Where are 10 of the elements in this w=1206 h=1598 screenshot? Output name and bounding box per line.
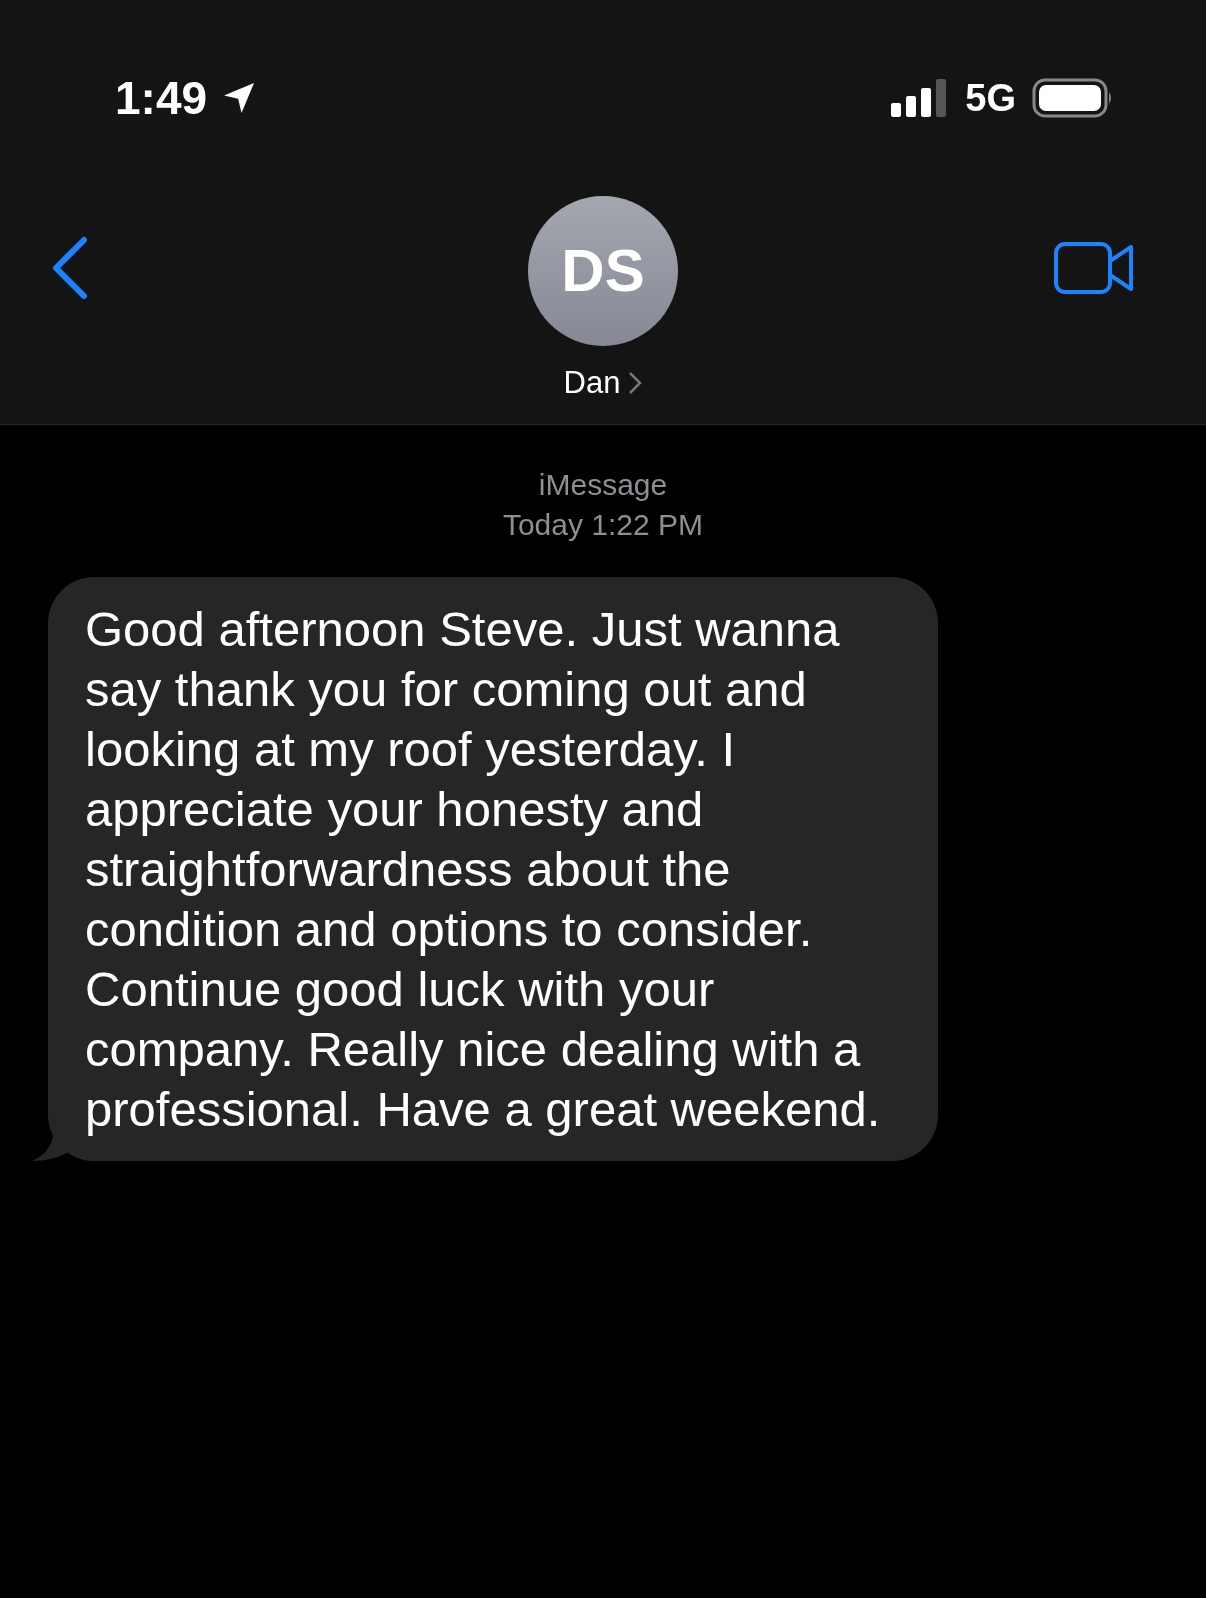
video-camera-icon[interactable] (1053, 241, 1135, 295)
status-time: 1:49 (115, 70, 208, 126)
back-chevron-icon[interactable] (50, 236, 90, 300)
chevron-right-icon[interactable] (628, 371, 643, 396)
battery-icon (1032, 78, 1114, 118)
message-timestamp: Today 1:22 PM (502, 507, 704, 543)
received-message-bubble: Good afternoon Steve. Just wanna say thank you for coming out and looking at my roof yesterday. I appreciate your honesty and straightforwardness about the condition and options to consider. Continue good luck with your company. Really nice dealing with a professional. Have a great weekend. (48, 577, 938, 1161)
network-label: 5G (965, 75, 1016, 121)
contact-name[interactable]: Dan (563, 360, 621, 407)
service-label: iMessage (538, 467, 668, 503)
